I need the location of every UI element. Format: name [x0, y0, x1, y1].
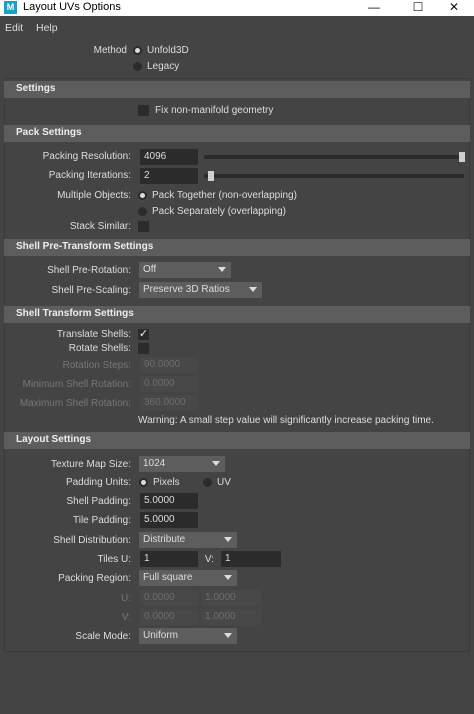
padding-pixels-label: Pixels [153, 477, 180, 488]
method-unfold3d-label: Unfold3D [147, 45, 189, 56]
pack-header-label: Pack Settings [16, 127, 82, 138]
settings-section-header[interactable]: Settings [4, 81, 470, 98]
window-title: Layout UVs Options [23, 1, 121, 13]
rotation-warning-text: Warning: A small step value will signifi… [138, 415, 434, 426]
min-shell-rotation-field[interactable]: 0.0000 [140, 376, 198, 392]
packing-region-dropdown[interactable]: Full square [139, 570, 237, 586]
shell-pre-rotation-value: Off [143, 264, 157, 275]
tiles-v-field[interactable]: 1 [221, 551, 281, 567]
shell-padding-label: Shell Padding: [66, 496, 132, 507]
packing-region-value: Full square [143, 572, 193, 583]
shell-pre-scaling-dropdown[interactable]: Preserve 3D Ratios [139, 282, 262, 298]
title-bar: M Layout UVs Options — ☐ ✕ [0, 0, 474, 16]
texture-map-size-value: 1024 [143, 458, 166, 469]
chevron-down-icon [212, 461, 220, 466]
rotate-shells-checkbox[interactable] [138, 343, 149, 354]
max-shell-rotation-field[interactable]: 360.0000 [140, 395, 198, 411]
scale-mode-value: Uniform [143, 630, 179, 641]
multiple-objects-label: Multiple Objects: [57, 190, 131, 201]
pack-together-label: Pack Together (non-overlapping) [152, 190, 297, 201]
translate-shells-checkbox[interactable]: ✓ [138, 329, 149, 340]
region-u-max-field[interactable]: 1.0000 [201, 590, 261, 606]
min-shell-rotation-label: Minimum Shell Rotation: [22, 379, 131, 390]
padding-uv-label: UV [217, 477, 231, 488]
layout-header-label: Layout Settings [16, 434, 92, 445]
fix-nonmanifold-checkbox[interactable] [138, 105, 149, 116]
shell-pre-transform-section-header[interactable]: Shell Pre-Transform Settings [4, 239, 470, 256]
pack-together-radio[interactable] [138, 191, 147, 200]
pack-separately-radio[interactable] [138, 207, 147, 216]
shell-padding-field[interactable]: 5.0000 [140, 493, 198, 509]
pack-section-header[interactable]: Pack Settings [4, 125, 470, 142]
tile-padding-label: Tile Padding: [73, 515, 131, 526]
shell-distribution-value: Distribute [143, 534, 186, 545]
padding-pixels-radio[interactable] [139, 478, 148, 487]
region-u-label: U: [121, 593, 131, 604]
maya-app-icon: M [4, 1, 17, 14]
scale-mode-label: Scale Mode: [75, 631, 131, 642]
region-u-min-field[interactable]: 0.0000 [140, 590, 198, 606]
pack-separately-label: Pack Separately (overlapping) [152, 206, 286, 217]
packing-iterations-slider-handle[interactable] [208, 171, 214, 181]
packing-iterations-label: Packing Iterations: [48, 170, 131, 181]
tile-padding-field[interactable]: 5.0000 [140, 512, 198, 528]
padding-units-label: Padding Units: [65, 477, 131, 488]
rotation-steps-label: Rotation Steps: [62, 360, 131, 371]
settings-header-label: Settings [16, 83, 56, 94]
shell-transform-section-header[interactable]: Shell Transform Settings [4, 306, 470, 323]
stack-similar-checkbox[interactable] [138, 221, 149, 232]
layout-section-header[interactable]: Layout Settings [4, 432, 470, 449]
shell-pre-scaling-label: Shell Pre-Scaling: [51, 285, 131, 296]
method-legacy-radio[interactable] [133, 62, 142, 71]
menu-bar: Edit Help [0, 18, 474, 38]
chevron-down-icon [218, 267, 226, 272]
rotate-shells-label: Rotate Shells: [68, 343, 131, 354]
region-v-min-field[interactable]: 0.0000 [140, 609, 198, 625]
packing-resolution-slider[interactable] [204, 155, 464, 159]
chevron-down-icon [224, 633, 232, 638]
shell-transform-header-label: Shell Transform Settings [16, 308, 134, 319]
padding-uv-radio[interactable] [203, 478, 212, 487]
shell-pre-rotation-dropdown[interactable]: Off [139, 262, 231, 278]
region-v-max-field[interactable]: 1.0000 [201, 609, 261, 625]
rotation-steps-field[interactable]: 90.0000 [140, 357, 198, 373]
chevron-down-icon [249, 287, 257, 292]
menu-edit[interactable]: Edit [5, 22, 23, 34]
packing-iterations-slider[interactable] [204, 174, 464, 178]
texture-map-size-dropdown[interactable]: 1024 [139, 456, 225, 472]
shell-pre-scaling-value: Preserve 3D Ratios [143, 284, 230, 295]
max-shell-rotation-label: Maximum Shell Rotation: [19, 398, 131, 409]
scale-mode-dropdown[interactable]: Uniform [139, 628, 237, 644]
shell-distribution-dropdown[interactable]: Distribute [139, 532, 237, 548]
packing-resolution-label: Packing Resolution: [42, 151, 131, 162]
tiles-u-label: Tiles U: [97, 554, 131, 565]
shell-pre-rotation-label: Shell Pre-Rotation: [47, 265, 131, 276]
method-unfold3d-radio[interactable] [133, 46, 142, 55]
shell-pre-transform-header-label: Shell Pre-Transform Settings [16, 241, 154, 252]
tiles-u-field[interactable]: 1 [140, 551, 198, 567]
minimize-button[interactable]: — [354, 0, 394, 16]
packing-iterations-field[interactable]: 2 [140, 168, 198, 184]
method-label: Method [93, 45, 127, 56]
packing-resolution-slider-handle[interactable] [459, 152, 465, 162]
texture-map-size-label: Texture Map Size: [50, 459, 131, 470]
fix-nonmanifold-label: Fix non-manifold geometry [155, 105, 274, 116]
stack-similar-label: Stack Similar: [69, 221, 131, 232]
packing-resolution-field[interactable]: 4096 [140, 149, 198, 165]
packing-region-label: Packing Region: [58, 573, 131, 584]
menu-help[interactable]: Help [36, 22, 58, 34]
maximize-button[interactable]: ☐ [398, 0, 438, 16]
chevron-down-icon [224, 575, 232, 580]
method-legacy-label: Legacy [147, 61, 180, 72]
tiles-v-label: V: [204, 554, 214, 565]
shell-distribution-label: Shell Distribution: [53, 535, 131, 546]
translate-shells-label: Translate Shells: [56, 329, 131, 340]
close-button[interactable]: ✕ [434, 0, 474, 16]
chevron-down-icon [224, 537, 232, 542]
region-v-label: V: [121, 612, 131, 623]
